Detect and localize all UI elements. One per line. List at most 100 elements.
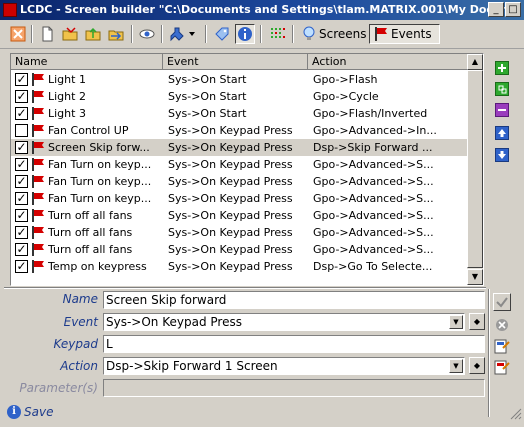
flag-icon [32, 243, 44, 256]
wrench-icon [170, 27, 184, 42]
table-row[interactable]: ✓ Fan Turn on keyp... Sys->On Keypad Press… [11, 173, 468, 190]
event-dropdown-button[interactable]: ▼ [449, 315, 463, 329]
window-title: LCDC - Screen builder "C:\Documents and … [20, 3, 505, 16]
table-row[interactable]: Fan Control UP Sys->On Keypad Press Gpo->A… [11, 122, 468, 139]
action-options-button[interactable]: ◆ [469, 357, 485, 374]
table-row[interactable]: ✓ Turn off all fans Sys->On Keypad Press Gp… [11, 241, 468, 258]
table-row[interactable]: ✓ Fan Turn on keyp... Sys->On Keypad Press… [11, 156, 468, 173]
table-row[interactable]: ✓ Fan Turn on keyp... Sys->On Keypad Press… [11, 190, 468, 207]
title-bar: LCDC - Screen builder "C:\Documents and … [0, 0, 524, 20]
row-checkbox[interactable]: ✓ [15, 158, 28, 171]
row-checkbox[interactable] [15, 124, 28, 137]
move-up-button[interactable] [494, 125, 510, 141]
save-folder-button[interactable] [83, 24, 103, 44]
cancel-button[interactable] [494, 317, 510, 333]
cell-event: Sys->On Keypad Press [168, 260, 293, 273]
cell-action: Gpo->Advanced->S... [313, 192, 434, 205]
row-checkbox[interactable]: ✓ [15, 226, 28, 239]
arrow-down-icon [495, 148, 509, 162]
scroll-thumb[interactable] [467, 70, 483, 268]
toolbar: Screens Events [0, 20, 524, 49]
duplicate-icon [495, 82, 509, 96]
cell-event: Sys->On Keypad Press [168, 209, 293, 222]
table-row[interactable]: ✓ Turn off all fans Sys->On Keypad Press Gp… [11, 224, 468, 241]
toolbar-separator [31, 25, 33, 43]
parameters-field[interactable] [103, 379, 485, 397]
table-row[interactable]: ✓ Turn off all fans Sys->On Keypad Press Gp… [11, 207, 468, 224]
cell-name: Turn off all fans [48, 209, 133, 222]
name-field[interactable]: Screen Skip forward [103, 291, 485, 309]
plus-icon [495, 61, 509, 75]
move-down-button[interactable] [494, 147, 510, 163]
scroll-up-button[interactable]: ▲ [467, 54, 483, 70]
row-checkbox[interactable]: ✓ [15, 141, 28, 154]
row-checkbox[interactable]: ✓ [15, 243, 28, 256]
events-tab-button[interactable]: Events [369, 24, 440, 44]
grid-header: Name Event Action [11, 54, 468, 70]
grid-button[interactable] [267, 24, 287, 44]
cell-name: Fan Control UP [48, 124, 129, 137]
remove-event-button[interactable] [494, 102, 510, 118]
cell-name: Temp on keypress [48, 260, 147, 273]
info-button[interactable] [235, 24, 255, 44]
row-checkbox[interactable]: ✓ [15, 175, 28, 188]
resize-grip-icon[interactable] [510, 408, 522, 420]
cell-event: Sys->On Keypad Press [168, 226, 293, 239]
flag-icon [32, 141, 44, 154]
duplicate-event-button[interactable] [494, 81, 510, 97]
table-row[interactable]: ✓ Temp on keypress Sys->On Keypad Press Dsp… [11, 258, 468, 275]
column-header-action[interactable]: Action [308, 54, 468, 70]
close-doc-button[interactable] [8, 24, 28, 44]
events-tab-label: Events [391, 27, 432, 41]
cell-action: Gpo->Cycle [313, 90, 379, 103]
scroll-down-button[interactable]: ▼ [467, 269, 483, 285]
table-row[interactable]: ✓ Light 1 Sys->On Start Gpo->Flash [11, 71, 468, 88]
cell-event: Sys->On Start [168, 90, 247, 103]
toolbar-separator [292, 25, 294, 43]
maximize-button[interactable]: □ [505, 2, 521, 17]
apply-button[interactable] [493, 293, 511, 311]
tools-dropdown[interactable] [186, 24, 198, 44]
event-options-button[interactable]: ◆ [469, 313, 485, 330]
delete-icon [10, 26, 26, 42]
grid-scrollbar[interactable]: ▲ ▼ [467, 54, 483, 285]
tools-button[interactable] [167, 24, 187, 44]
export-button[interactable] [106, 24, 126, 44]
tag-button[interactable] [212, 24, 232, 44]
screens-tab-button[interactable]: Screens [298, 24, 371, 44]
row-checkbox[interactable]: ✓ [15, 192, 28, 205]
row-checkbox[interactable]: ✓ [15, 260, 28, 273]
keypad-edit-icon [494, 339, 510, 354]
cell-action: Gpo->Flash [313, 73, 378, 86]
column-header-name[interactable]: Name [11, 54, 163, 70]
flag-icon [32, 73, 44, 86]
info-icon [238, 27, 252, 41]
column-header-event[interactable]: Event [163, 54, 308, 70]
cell-event: Sys->On Keypad Press [168, 175, 293, 188]
edit-action-button[interactable] [494, 360, 510, 376]
edit-keypad-button[interactable] [494, 339, 510, 355]
new-page-icon [42, 26, 53, 42]
row-checkbox[interactable]: ✓ [15, 209, 28, 222]
row-checkbox[interactable]: ✓ [15, 73, 28, 86]
action-select[interactable]: Dsp->Skip Forward 1 Screen ▼ [103, 357, 465, 375]
keypad-field[interactable]: L [103, 335, 485, 353]
flag-icon [32, 192, 44, 205]
action-dropdown-button[interactable]: ▼ [449, 359, 463, 373]
cell-event: Sys->On Keypad Press [168, 243, 293, 256]
row-checkbox[interactable]: ✓ [15, 107, 28, 120]
table-row[interactable]: ✓ Screen Skip forw... Sys->On Keypad Press… [11, 139, 468, 156]
add-event-button[interactable] [494, 60, 510, 76]
event-select[interactable]: Sys->On Keypad Press ▼ [103, 313, 465, 331]
table-row[interactable]: ✓ Light 2 Sys->On Start Gpo->Cycle [11, 88, 468, 105]
minimize-button[interactable]: _ [488, 2, 504, 17]
row-checkbox[interactable]: ✓ [15, 90, 28, 103]
new-button[interactable] [37, 24, 57, 44]
open-button[interactable] [60, 24, 80, 44]
preview-button[interactable] [137, 24, 157, 44]
cell-event: Sys->On Start [168, 107, 247, 120]
minus-icon [495, 103, 509, 117]
chevron-down-icon [189, 32, 195, 36]
cell-event: Sys->On Keypad Press [168, 124, 293, 137]
table-row[interactable]: ✓ Light 3 Sys->On Start Gpo->Flash/Inverted [11, 105, 468, 122]
